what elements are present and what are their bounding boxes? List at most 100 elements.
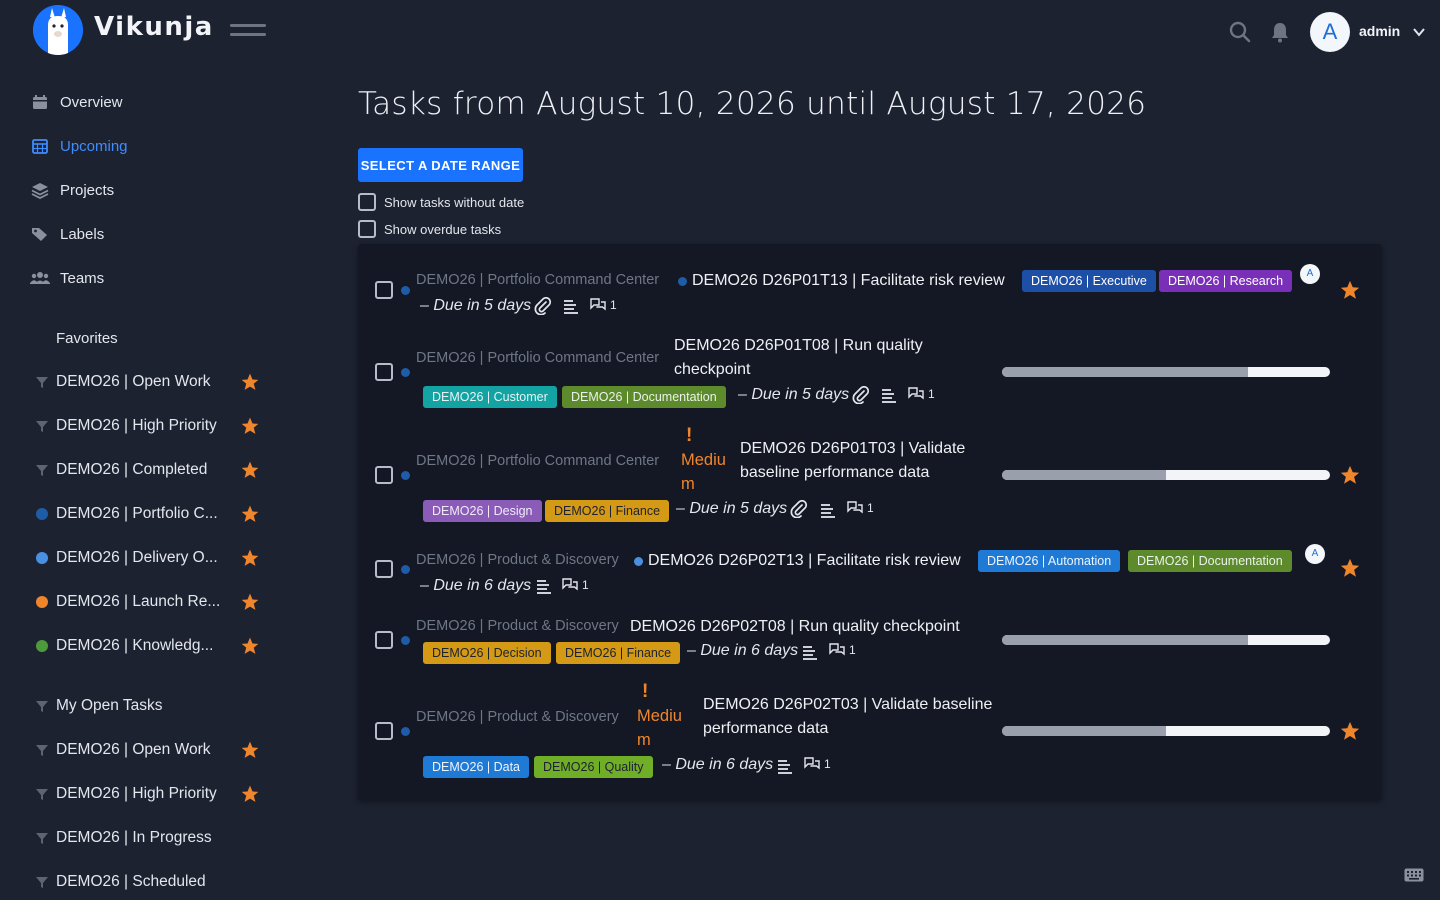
- checkbox-label: Show overdue tasks: [384, 221, 502, 237]
- select-date-range-button[interactable]: SELECT A DATE RANGE: [358, 148, 523, 182]
- task-label: DEMO26 | Customer: [423, 386, 557, 408]
- favorite-knowledge[interactable]: DEMO26 | Knowledg...: [34, 634, 274, 658]
- task-project[interactable]: DEMO26 | Product & Discovery: [416, 709, 619, 725]
- task-label: DEMO26 | Quality: [534, 756, 653, 778]
- favorite-label: DEMO26 | Portfolio C...: [56, 505, 218, 522]
- task-label: DEMO26 | Automation: [978, 550, 1121, 572]
- task-done-checkbox[interactable]: [375, 466, 393, 484]
- comments-icon: [562, 578, 578, 591]
- saved-filter-label: DEMO26 | Scheduled: [56, 873, 206, 890]
- star-icon[interactable]: [240, 784, 260, 804]
- saved-filter-in-progress[interactable]: DEMO26 | In Progress: [34, 826, 274, 850]
- attachment-icon: [534, 297, 552, 315]
- star-icon[interactable]: [1339, 279, 1361, 301]
- task-progress-bar: [1002, 635, 1330, 645]
- username[interactable]: admin: [1359, 23, 1400, 39]
- project-color-dot: [634, 557, 643, 566]
- priority-indicator: ! Medium: [681, 424, 733, 496]
- task-title[interactable]: DEMO26 D26P01T08 | Run quality: [674, 337, 923, 355]
- star-icon[interactable]: [240, 592, 260, 612]
- vikunja-logo[interactable]: [33, 5, 83, 55]
- task-done-checkbox[interactable]: [375, 722, 393, 740]
- assignee-avatar[interactable]: A: [1305, 544, 1325, 564]
- description-icon: [564, 300, 578, 314]
- star-icon[interactable]: [1339, 720, 1361, 742]
- favorite-completed[interactable]: DEMO26 | Completed: [34, 458, 274, 482]
- task-project[interactable]: DEMO26 | Portfolio Command Center: [416, 350, 659, 366]
- nav-upcoming[interactable]: Upcoming: [30, 132, 128, 160]
- star-icon[interactable]: [240, 504, 260, 524]
- attachment-icon: [790, 500, 808, 518]
- nav-label: Projects: [60, 181, 115, 199]
- task-row[interactable]: DEMO26 | Product & Discovery DEMO26 D26P…: [358, 614, 1382, 670]
- priority-label: Medium: [637, 707, 682, 749]
- assignee-avatar[interactable]: A: [1300, 264, 1320, 284]
- task-project[interactable]: DEMO26 | Portfolio Command Center: [416, 272, 659, 288]
- show-overdue-toggle[interactable]: Show overdue tasks: [358, 219, 501, 239]
- star-icon[interactable]: [240, 636, 260, 656]
- task-title[interactable]: DEMO26 D26P01T13 | Facilitate risk revie…: [692, 272, 1005, 290]
- nav-projects[interactable]: Projects: [30, 176, 114, 204]
- progress-fill: [1002, 635, 1248, 645]
- search-icon[interactable]: [1228, 20, 1252, 44]
- task-title[interactable]: DEMO26 D26P02T08 | Run quality checkpoin…: [630, 618, 960, 636]
- users-icon: [30, 268, 50, 288]
- nav-teams[interactable]: Teams: [30, 264, 104, 292]
- show-without-date-toggle[interactable]: Show tasks without date: [358, 192, 524, 212]
- task-title-continued[interactable]: baseline performance data: [740, 464, 929, 482]
- task-title-continued[interactable]: performance data: [703, 720, 828, 738]
- filter-icon: [34, 830, 50, 846]
- star-icon[interactable]: [240, 460, 260, 480]
- keyboard-shortcuts-icon[interactable]: [1404, 868, 1424, 882]
- filter-icon: [34, 698, 50, 714]
- task-project[interactable]: DEMO26 | Portfolio Command Center: [416, 453, 659, 469]
- chevron-down-icon[interactable]: [1412, 25, 1426, 39]
- task-title[interactable]: DEMO26 D26P01T03 | Validate: [740, 440, 965, 458]
- user-avatar[interactable]: A: [1310, 12, 1350, 52]
- nav-label: Labels: [60, 225, 105, 243]
- favorite-delivery[interactable]: DEMO26 | Delivery O...: [34, 546, 274, 570]
- saved-filter-scheduled[interactable]: DEMO26 | Scheduled: [34, 870, 274, 894]
- task-row[interactable]: DEMO26 | Portfolio Command Center DEMO26…: [358, 334, 1382, 414]
- star-icon[interactable]: [1339, 557, 1361, 579]
- favorite-open-work[interactable]: DEMO26 | Open Work: [34, 370, 274, 394]
- star-icon[interactable]: [240, 372, 260, 392]
- nav-overview[interactable]: Overview: [30, 88, 123, 116]
- checkbox[interactable]: [358, 193, 376, 211]
- saved-filter-high-priority[interactable]: DEMO26 | High Priority: [34, 782, 274, 806]
- task-title-continued[interactable]: checkpoint: [674, 361, 751, 379]
- favorite-launch[interactable]: DEMO26 | Launch Re...: [34, 590, 274, 614]
- saved-filter-open-work[interactable]: DEMO26 | Open Work: [34, 738, 274, 762]
- checkbox[interactable]: [358, 220, 376, 238]
- menu-toggle-button[interactable]: [230, 24, 266, 42]
- task-row[interactable]: DEMO26 | Product & Discovery ! Medium DE…: [358, 680, 1382, 784]
- task-title[interactable]: DEMO26 D26P02T03 | Validate baseline: [703, 696, 992, 714]
- bell-icon[interactable]: [1268, 20, 1292, 44]
- star-icon[interactable]: [240, 740, 260, 760]
- favorite-portfolio[interactable]: DEMO26 | Portfolio C...: [34, 502, 274, 526]
- favorite-high-priority[interactable]: DEMO26 | High Priority: [34, 414, 274, 438]
- sidebar: Overview Upcoming Projects Labels Teams …: [0, 64, 300, 900]
- star-icon[interactable]: [240, 416, 260, 436]
- task-done-checkbox[interactable]: [375, 281, 393, 299]
- task-row[interactable]: DEMO26 | Portfolio Command Center DEMO26…: [358, 264, 1382, 324]
- saved-filter-label: DEMO26 | High Priority: [56, 785, 217, 802]
- task-project[interactable]: DEMO26 | Product & Discovery: [416, 552, 619, 568]
- saved-filter-my-open-tasks[interactable]: My Open Tasks: [34, 694, 274, 718]
- task-done-checkbox[interactable]: [375, 631, 393, 649]
- task-project[interactable]: DEMO26 | Product & Discovery: [416, 618, 619, 634]
- task-title[interactable]: DEMO26 D26P02T13 | Facilitate risk revie…: [648, 552, 961, 570]
- star-icon[interactable]: [240, 548, 260, 568]
- nav-labels[interactable]: Labels: [30, 220, 104, 248]
- tags-icon: [30, 224, 50, 244]
- task-row[interactable]: DEMO26 | Portfolio Command Center ! Medi…: [358, 424, 1382, 524]
- task-done-checkbox[interactable]: [375, 363, 393, 381]
- project-color-dot: [401, 471, 410, 480]
- nav-label: Teams: [60, 269, 105, 287]
- star-icon[interactable]: [1339, 464, 1361, 486]
- task-list: DEMO26 | Portfolio Command Center DEMO26…: [358, 244, 1382, 800]
- priority-label: Medium: [681, 451, 726, 493]
- task-done-checkbox[interactable]: [375, 560, 393, 578]
- task-label: DEMO26 | Design: [423, 500, 542, 522]
- task-row[interactable]: DEMO26 | Product & Discovery DEMO26 D26P…: [358, 544, 1382, 604]
